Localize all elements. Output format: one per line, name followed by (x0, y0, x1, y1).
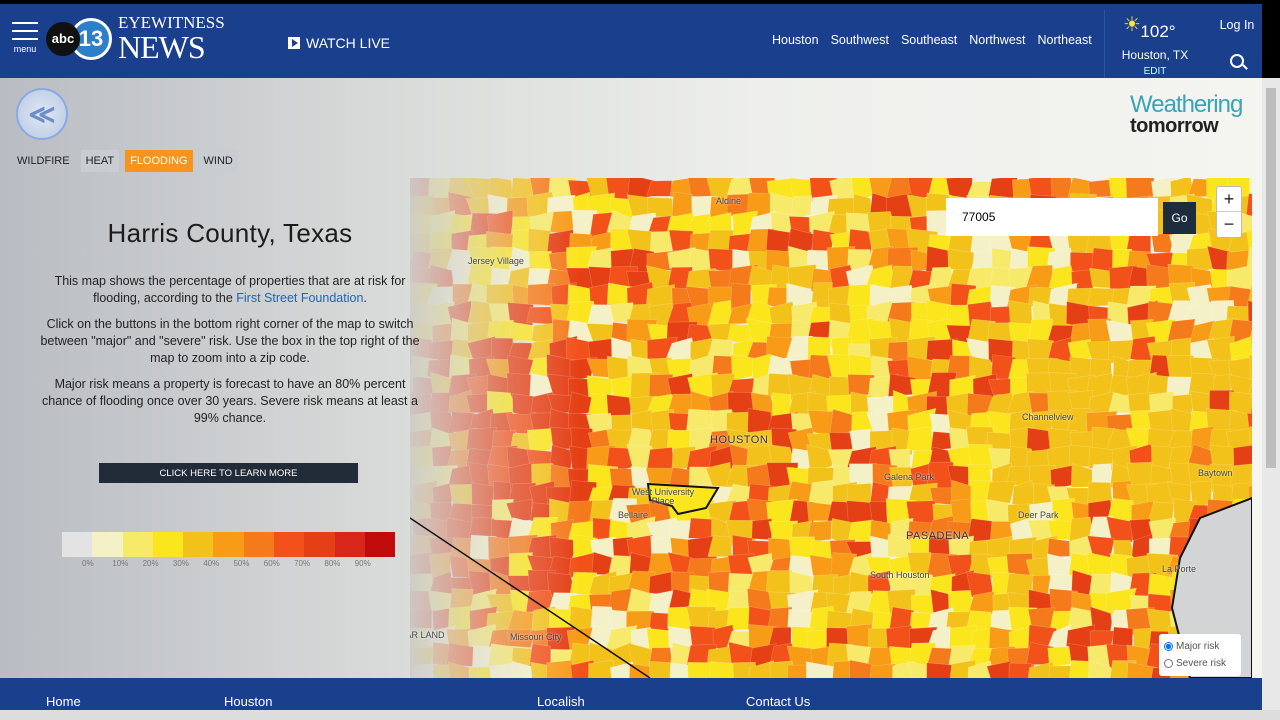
place-label: West University Place (631, 487, 695, 506)
place-label: Missouri City (510, 632, 562, 642)
menu-button[interactable]: menu (12, 22, 38, 54)
legend-swatch (334, 532, 365, 557)
legend-swatch (183, 532, 214, 557)
weather-widget[interactable]: ☀ 102° Houston, TX EDIT (1104, 10, 1204, 78)
place-label: South Houston (870, 570, 930, 580)
legend-label: 90% (354, 559, 371, 568)
color-legend (62, 532, 396, 557)
watch-live-link[interactable]: WATCH LIVE (288, 35, 390, 51)
nav-southeast[interactable]: Southeast (901, 33, 957, 47)
edit-location-link[interactable]: EDIT (1105, 66, 1205, 77)
region-nav: Houston Southwest Southeast Northwest No… (772, 33, 1092, 47)
flood-map-embed: Aldine Jersey Village HOUSTON West Unive… (0, 78, 1262, 678)
search-icon[interactable] (1230, 54, 1244, 68)
place-label: Baytown (1198, 468, 1233, 478)
zoom-out-button[interactable]: − (1217, 212, 1241, 237)
legend-label: 20% (142, 559, 159, 568)
legend-swatch (274, 532, 305, 557)
legend-swatch (304, 532, 335, 557)
legend-swatch (152, 532, 184, 557)
learn-more-button[interactable]: CLICK HERE TO LEARN MORE (99, 463, 358, 483)
place-label: PASADENA (906, 530, 970, 542)
footer-localish[interactable]: Localish (537, 694, 585, 709)
tab-heat[interactable]: HEAT (80, 150, 120, 172)
place-label: Deer Park (1018, 510, 1059, 520)
severe-risk-radio[interactable]: Severe risk (1164, 655, 1236, 672)
map-tiles (410, 178, 1252, 678)
flood-risk-map[interactable]: Aldine Jersey Village HOUSTON West Unive… (410, 178, 1252, 678)
horizontal-scrollbar[interactable] (0, 710, 1280, 720)
legend-swatch (62, 532, 93, 557)
place-label: Channelview (1022, 412, 1074, 422)
nav-houston[interactable]: Houston (772, 33, 819, 47)
tab-wildfire[interactable]: WILDFIRE (12, 150, 75, 172)
place-label: SUGAR LAND (410, 630, 445, 640)
description: This map shows the percentage of propert… (54, 274, 406, 305)
place-label: HOUSTON (710, 434, 769, 446)
place-label: Galena Park (884, 472, 935, 482)
weathering-tomorrow-icon: ≪ (16, 88, 68, 140)
vertical-scrollbar[interactable] (1262, 78, 1280, 710)
go-button[interactable]: Go (1163, 202, 1196, 234)
zoom-control: + − (1216, 186, 1242, 238)
info-panel: Harris County, Texas This map shows the … (40, 218, 420, 436)
nav-northeast[interactable]: Northeast (1038, 33, 1092, 47)
legend-swatch (364, 532, 396, 557)
nav-northwest[interactable]: Northwest (969, 33, 1025, 47)
risk-definition: Major risk means a property is forecast … (42, 377, 418, 425)
hazard-tabs: WILDFIRE HEAT FLOODING WIND (12, 150, 238, 172)
footer-home[interactable]: Home (46, 694, 81, 709)
legend-label: 70% (294, 559, 311, 568)
legend-label: 50% (233, 559, 250, 568)
legend-label: 10% (112, 559, 129, 568)
legend-labels: 0% 10% 20% 30% 40% 50% 60% 70% 80% 90% (82, 559, 385, 568)
legend-swatch (243, 532, 275, 557)
top-navigation-bar: menu abc 13 EYEWITNESS NEWS WATCH LIVE Ho… (0, 4, 1262, 78)
legend-label: 80% (324, 559, 341, 568)
legend-label: 60% (263, 559, 280, 568)
place-label: Aldine (716, 196, 742, 206)
footer-nav: Home Houston Localish Contact Us (0, 678, 1262, 710)
first-street-link[interactable]: First Street Foundation (236, 291, 363, 305)
legend-swatch (122, 532, 153, 557)
place-label: Bellaire (618, 510, 649, 520)
legend-swatch (92, 532, 123, 557)
tab-wind[interactable]: WIND (198, 150, 238, 172)
legend-label: 40% (203, 559, 220, 568)
risk-toggle: Major risk Severe risk (1159, 634, 1241, 676)
zip-code-input[interactable] (946, 198, 1158, 236)
legend-swatch (213, 532, 244, 557)
nav-southwest[interactable]: Southwest (831, 33, 889, 47)
weathering-tomorrow-logo: Weathering tomorrow (1130, 91, 1243, 137)
major-risk-radio[interactable]: Major risk (1164, 638, 1236, 655)
abc13-logo[interactable]: abc 13 EYEWITNESS NEWS (46, 14, 225, 63)
tab-flooding[interactable]: FLOODING (125, 150, 193, 172)
legend-label: 30% (172, 559, 189, 568)
legend-label: 0% (82, 559, 94, 568)
place-label: La Porte (1162, 564, 1197, 574)
play-icon (288, 37, 300, 49)
login-link[interactable]: Log In (1212, 18, 1262, 32)
footer-contact[interactable]: Contact Us (746, 694, 810, 709)
page-title: Harris County, Texas (107, 218, 353, 248)
zoom-in-button[interactable]: + (1217, 187, 1241, 212)
place-label: Jersey Village (468, 256, 524, 266)
instructions: Click on the buttons in the bottom right… (40, 317, 420, 365)
footer-houston[interactable]: Houston (224, 694, 272, 709)
